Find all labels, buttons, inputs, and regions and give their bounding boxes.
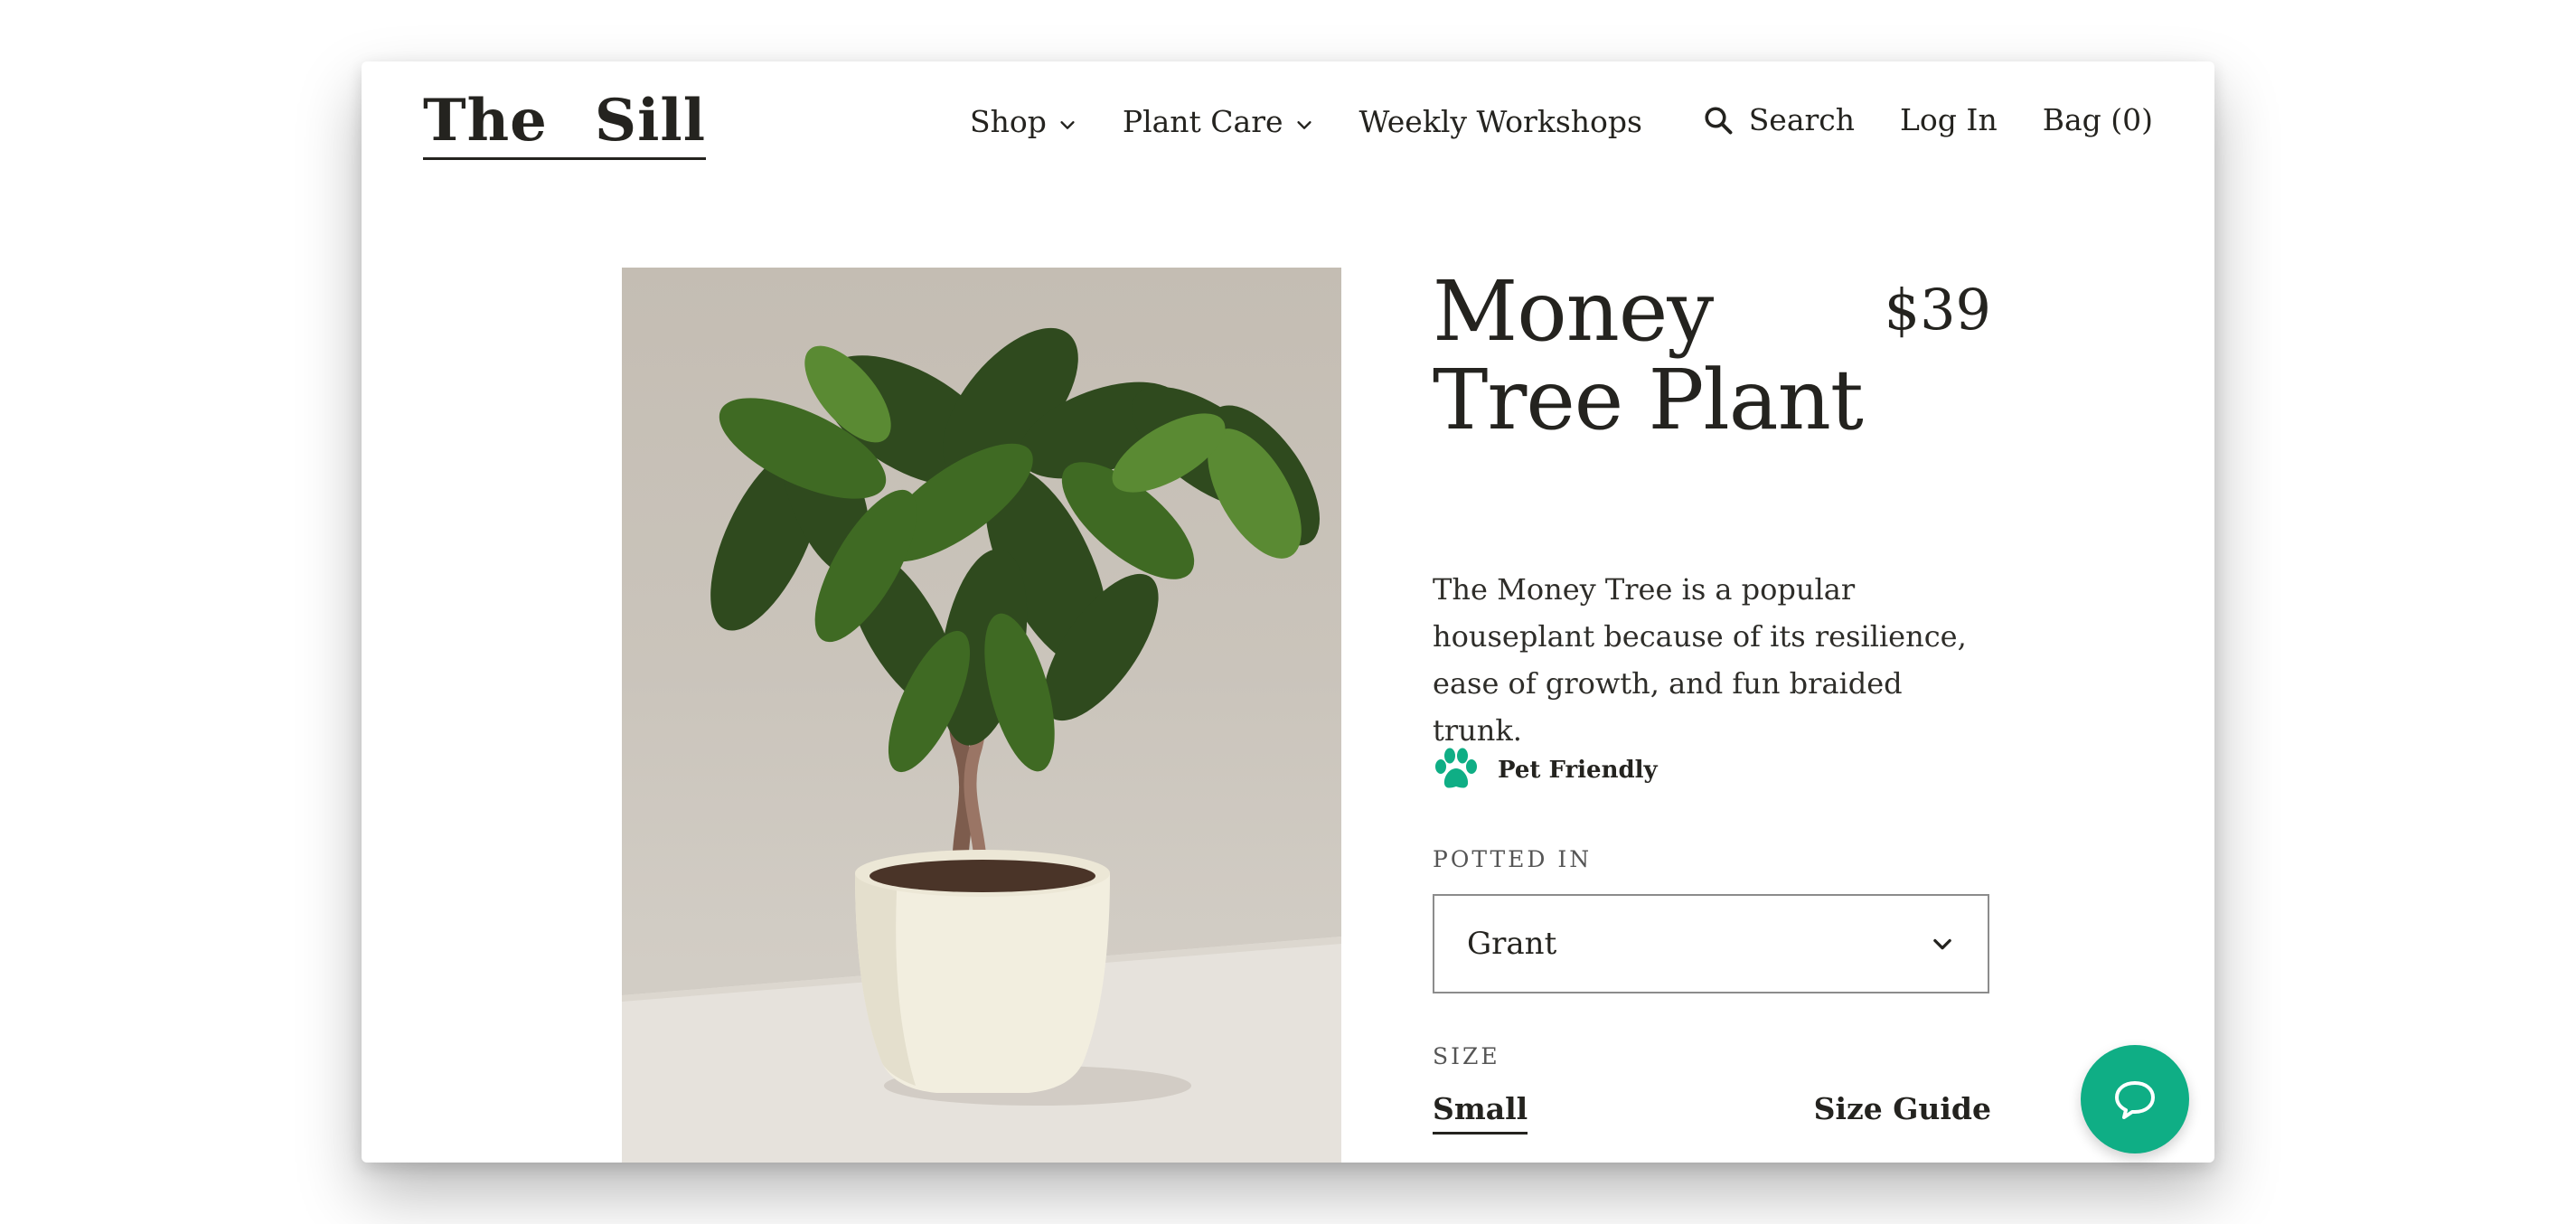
pet-friendly-badge: Pet Friendly	[1433, 747, 1658, 794]
size-label: SIZE	[1433, 1043, 1500, 1069]
product-image[interactable]	[622, 268, 1341, 1163]
potted-in-label: POTTED IN	[1433, 846, 1593, 872]
chevron-down-icon	[1296, 121, 1312, 129]
chat-button[interactable]	[2081, 1045, 2189, 1153]
chevron-down-icon	[1933, 938, 1951, 950]
product-description: The Money Tree is a popular houseplant b…	[1433, 572, 1967, 748]
search-icon	[1705, 107, 1733, 135]
site-header: The Sill Shop Plant Care Weekly Workshop…	[362, 61, 2214, 197]
nav-label-shop: Shop	[970, 104, 1047, 139]
main-nav: Shop Plant Care Weekly Workshops	[970, 99, 1642, 145]
planter-select-value: Grant	[1467, 926, 1557, 962]
product-price: $39	[1884, 277, 1991, 343]
nav-label-plant-care: Plant Care	[1122, 104, 1283, 139]
browser-window: The Sill Shop Plant Care Weekly Workshop…	[362, 61, 2214, 1163]
size-row: Small Size Guide	[1433, 1091, 1991, 1140]
size-option-small[interactable]: Small	[1433, 1091, 1528, 1135]
nav-item-weekly-workshops[interactable]: Weekly Workshops	[1359, 99, 1642, 145]
search-button[interactable]: Search	[1702, 98, 1855, 143]
chevron-down-icon	[1060, 121, 1075, 129]
login-label: Log In	[1900, 102, 1998, 137]
planter-select[interactable]: Grant	[1433, 894, 1989, 993]
utility-nav: Search Log In Bag (0)	[1702, 98, 2153, 143]
chat-bubble-icon	[2115, 1081, 2155, 1119]
nav-item-plant-care[interactable]: Plant Care	[1123, 99, 1314, 145]
product-title: Money Tree Plant	[1433, 263, 1864, 448]
size-guide-link[interactable]: Size Guide	[1814, 1091, 1991, 1126]
login-link[interactable]: Log In	[1900, 98, 1998, 143]
nav-item-shop[interactable]: Shop	[970, 99, 1077, 145]
search-label: Search	[1748, 102, 1856, 137]
pet-friendly-label: Pet Friendly	[1498, 757, 1658, 784]
paw-icon	[1435, 748, 1477, 788]
money-tree-plant-illustration	[622, 327, 1341, 1163]
nav-label-weekly-workshops: Weekly Workshops	[1359, 104, 1642, 139]
logo-word-sill: Sill	[594, 87, 707, 155]
site-logo[interactable]: The Sill	[423, 87, 707, 160]
bag-link[interactable]: Bag (0)	[2043, 98, 2153, 143]
logo-word-the: The	[423, 87, 548, 155]
bag-label: Bag (0)	[2042, 102, 2153, 137]
